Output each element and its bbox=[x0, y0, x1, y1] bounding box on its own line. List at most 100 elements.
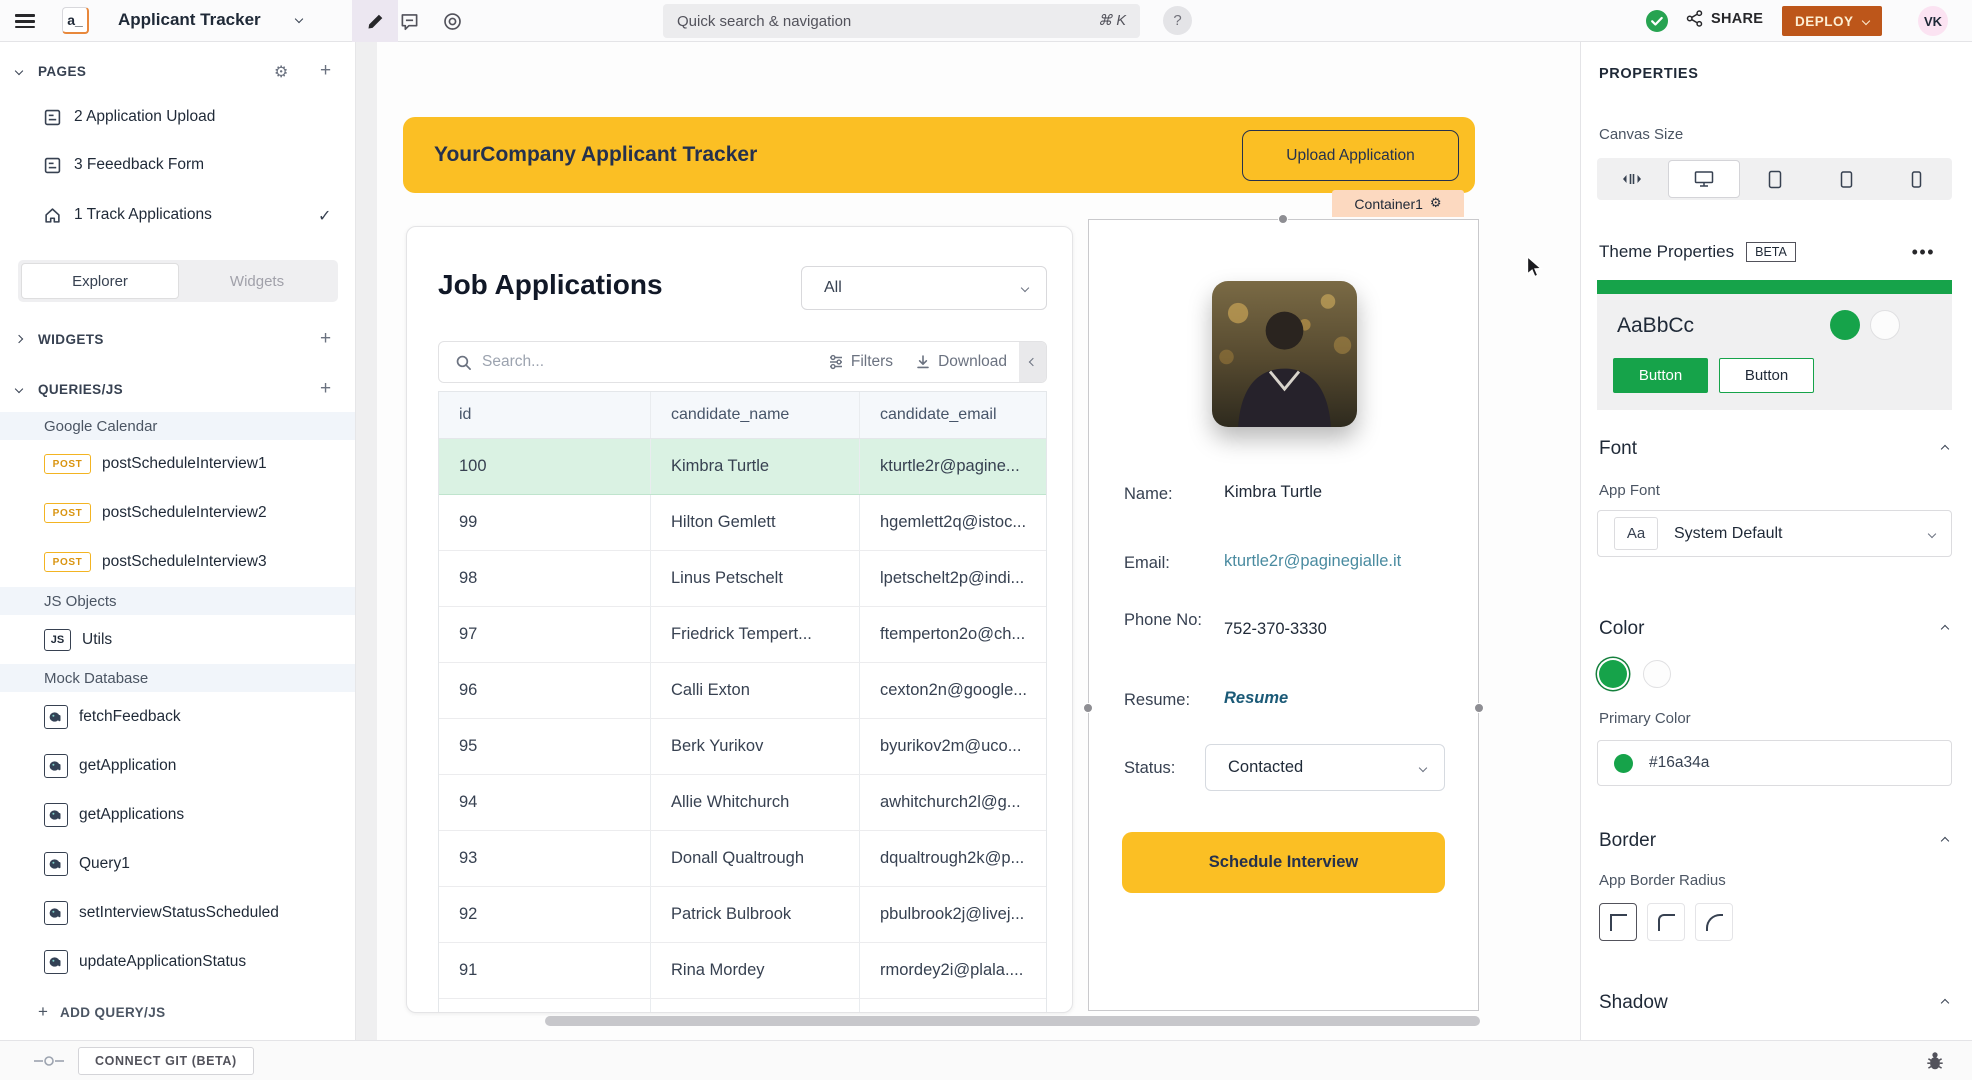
radius-option-medium[interactable] bbox=[1647, 903, 1685, 941]
table-row[interactable]: 92 Patrick Bulbrook pbulbrook2j@livej... bbox=[439, 887, 1046, 943]
sidebar-item-page-application-upload[interactable]: 2 Application Upload bbox=[0, 98, 356, 136]
tab-explorer[interactable]: Explorer bbox=[21, 263, 179, 299]
deploy-button[interactable]: DEPLOY bbox=[1782, 6, 1882, 36]
canvas-size-tablet-large[interactable] bbox=[1740, 158, 1811, 200]
add-page-icon[interactable]: + bbox=[320, 60, 331, 82]
download-button[interactable]: Download bbox=[915, 353, 1007, 371]
font-collapse-icon[interactable] bbox=[1941, 445, 1949, 453]
table-row[interactable]: 97 Friedrick Tempert... ftemperton2o@ch.… bbox=[439, 607, 1046, 663]
status-filter-select[interactable]: All bbox=[801, 266, 1047, 310]
add-query-icon[interactable]: + bbox=[320, 378, 331, 400]
canvas-size-fluid[interactable] bbox=[1597, 158, 1668, 200]
resume-link[interactable]: Resume bbox=[1224, 689, 1288, 708]
sidebar-item-page-track-applications[interactable]: 1 Track Applications ✓ bbox=[0, 196, 356, 234]
column-header-candidate-email[interactable]: candidate_email bbox=[860, 392, 1046, 438]
tab-widgets[interactable]: Widgets bbox=[179, 263, 335, 299]
theme-more-icon[interactable]: ••• bbox=[1912, 242, 1935, 263]
db-item-getApplications[interactable]: getApplications bbox=[0, 796, 356, 834]
horizontal-scrollbar[interactable] bbox=[545, 1016, 1480, 1026]
border-collapse-icon[interactable] bbox=[1941, 837, 1949, 845]
js-item-utils[interactable]: JS Utils bbox=[0, 621, 356, 659]
table-row[interactable]: 99 Hilton Gemlett hgemlett2q@istoc... bbox=[439, 495, 1046, 551]
cell-name: Hilton Gemlett bbox=[651, 495, 860, 550]
table-search-input[interactable] bbox=[482, 353, 828, 371]
widgets-section-row[interactable]: WIDGETS + bbox=[0, 320, 356, 358]
filters-button[interactable]: Filters bbox=[828, 353, 893, 371]
table-row[interactable]: 95 Berk Yurikov byurikov2m@uco... bbox=[439, 719, 1046, 775]
query-item-postScheduleInterview3[interactable]: POST postScheduleInterview3 bbox=[0, 543, 356, 581]
theme-color-dot-green[interactable] bbox=[1830, 310, 1860, 340]
table-row[interactable]: 96 Calli Exton cexton2n@google... bbox=[439, 663, 1046, 719]
db-item-updateApplicationStatus[interactable]: updateApplicationStatus bbox=[0, 943, 356, 981]
app-font-select[interactable]: Aa System Default bbox=[1597, 510, 1952, 557]
column-header-id[interactable]: id bbox=[439, 392, 651, 438]
db-item-Query1[interactable]: Query1 bbox=[0, 845, 356, 883]
add-query-js-button[interactable]: + ADD QUERY/JS bbox=[0, 993, 356, 1031]
hamburger-menu-icon[interactable] bbox=[15, 11, 35, 32]
table-row[interactable]: 93 Donall Qualtrough dqualtrough2k@p... bbox=[439, 831, 1046, 887]
upload-application-button[interactable]: Upload Application bbox=[1242, 130, 1459, 181]
db-item-fetchFeedback[interactable]: fetchFeedback bbox=[0, 698, 356, 736]
container-settings-icon[interactable]: ⚙ bbox=[1430, 196, 1442, 211]
candidate-detail-container[interactable]: Name: Kimbra Turtle Email: kturtle2r@pag… bbox=[1088, 219, 1479, 1011]
user-avatar[interactable]: VK bbox=[1918, 6, 1948, 36]
query-item-postScheduleInterview1[interactable]: POST postScheduleInterview1 bbox=[0, 445, 356, 483]
canvas-size-desktop[interactable] bbox=[1668, 160, 1741, 198]
resize-handle-right[interactable] bbox=[1474, 703, 1484, 713]
cell-name: Linus Petschelt bbox=[651, 551, 860, 606]
db-item-setInterviewStatusScheduled[interactable]: setInterviewStatusScheduled bbox=[0, 894, 356, 932]
app-header-banner[interactable]: YourCompany Applicant Tracker Upload App… bbox=[403, 117, 1475, 193]
theme-color-dot-white[interactable] bbox=[1870, 310, 1900, 340]
color-section-header[interactable]: Color bbox=[1599, 618, 1644, 640]
table-row[interactable]: 98 Linus Petschelt lpetschelt2p@indi... bbox=[439, 551, 1046, 607]
table-row-selected[interactable]: 100 Kimbra Turtle kturtle2r@pagine... bbox=[439, 439, 1046, 495]
canvas-size-tablet[interactable] bbox=[1811, 158, 1882, 200]
preview-button[interactable] bbox=[443, 12, 462, 36]
quick-search-bar[interactable]: ⌘ K bbox=[663, 4, 1140, 38]
queries-collapse-icon[interactable] bbox=[15, 385, 23, 393]
shadow-section-header[interactable]: Shadow bbox=[1599, 992, 1668, 1014]
db-item-getApplication[interactable]: getApplication bbox=[0, 747, 356, 785]
color-swatch-green[interactable] bbox=[1599, 660, 1627, 688]
column-header-candidate-name[interactable]: candidate_name bbox=[651, 392, 860, 438]
status-select[interactable]: Contacted bbox=[1205, 744, 1445, 791]
resize-handle-left[interactable] bbox=[1083, 703, 1093, 713]
widgets-expand-icon[interactable] bbox=[15, 335, 23, 343]
color-swatch-white[interactable] bbox=[1643, 660, 1671, 688]
theme-primary-button-preview[interactable]: Button bbox=[1613, 358, 1708, 393]
table-row[interactable]: 94 Allie Whitchurch awhitchurch2l@g... bbox=[439, 775, 1046, 831]
canvas-size-mobile[interactable] bbox=[1881, 158, 1952, 200]
color-collapse-icon[interactable] bbox=[1941, 625, 1949, 633]
help-button[interactable]: ? bbox=[1163, 6, 1192, 35]
email-link[interactable]: kturtle2r@paginegialle.it bbox=[1224, 552, 1401, 571]
resume-label: Resume: bbox=[1124, 689, 1216, 711]
share-button[interactable]: SHARE bbox=[1686, 10, 1763, 27]
pages-collapse-icon[interactable] bbox=[15, 67, 23, 75]
sidebar-item-page-feedback-form[interactable]: 3 Feeedback Form bbox=[0, 146, 356, 184]
schedule-interview-button[interactable]: Schedule Interview bbox=[1122, 832, 1445, 893]
primary-color-input[interactable]: #16a34a bbox=[1597, 740, 1952, 786]
font-section-header[interactable]: Font bbox=[1599, 438, 1637, 460]
add-widget-icon[interactable]: + bbox=[320, 328, 331, 350]
border-section-header[interactable]: Border bbox=[1599, 830, 1656, 852]
page-icon bbox=[44, 109, 61, 126]
comments-button[interactable] bbox=[400, 12, 419, 36]
table-row[interactable]: 91 Rina Mordey rmordey2i@plala.... bbox=[439, 943, 1046, 999]
query-item-postScheduleInterview2[interactable]: POST postScheduleInterview2 bbox=[0, 494, 356, 532]
table-row[interactable]: 90 Jany Mullins jmullins2h@shutt... bbox=[439, 999, 1046, 1013]
connect-git-button[interactable]: CONNECT GIT (BETA) bbox=[78, 1047, 254, 1075]
app-title-chevron-icon[interactable] bbox=[295, 15, 303, 23]
queries-section-row[interactable]: QUERIES/JS + bbox=[0, 370, 356, 408]
pages-settings-icon[interactable]: ⚙ bbox=[274, 62, 288, 81]
radius-option-sharp[interactable] bbox=[1599, 903, 1637, 941]
shadow-collapse-icon[interactable] bbox=[1941, 999, 1949, 1007]
debug-bug-icon[interactable] bbox=[1924, 1050, 1946, 1072]
container-selection-badge[interactable]: Container1 ⚙ bbox=[1332, 190, 1464, 217]
toolbar-collapse-button[interactable] bbox=[1019, 342, 1046, 382]
theme-properties-label: Theme Properties bbox=[1599, 242, 1734, 262]
edit-mode-button[interactable] bbox=[352, 0, 398, 42]
quick-search-input[interactable] bbox=[677, 4, 1007, 38]
resize-handle-top[interactable] bbox=[1278, 214, 1288, 224]
theme-secondary-button-preview[interactable]: Button bbox=[1719, 358, 1814, 393]
radius-option-large[interactable] bbox=[1695, 903, 1733, 941]
